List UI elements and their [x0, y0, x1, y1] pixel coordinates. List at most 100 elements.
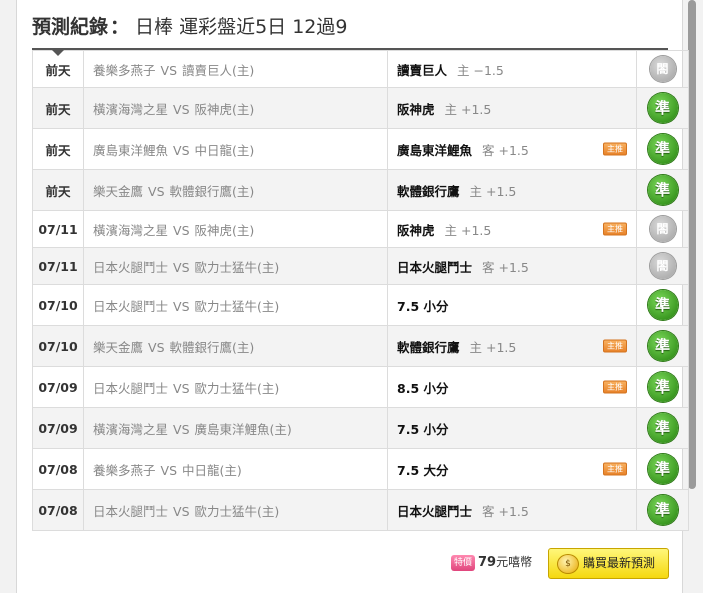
match-date: 07/11 — [32, 247, 84, 285]
team-away: 日本火腿鬥士 — [93, 380, 169, 396]
match-date: 前天 — [32, 128, 84, 170]
table-row: 07/10 日本火腿鬥士 VS 歐力士猛牛(主) 7.5 小分準 — [32, 284, 689, 326]
result-cell: 準 — [636, 128, 689, 170]
vs-label: VS — [173, 259, 190, 275]
matchup: 廣島東洋鯉魚 VS 中日龍(主) — [83, 128, 388, 170]
correct-icon: 準 — [647, 175, 678, 205]
buy-button-label: 購買最新預測 — [583, 556, 656, 570]
matchup: 橫濱海灣之星 VS 阪神虎(主) — [83, 87, 388, 129]
table-row: 07/10 樂天金鷹 VS 軟體銀行鷹(主) 軟體銀行鷹主 +1.5 主推準 — [32, 325, 689, 367]
correct-icon: 準 — [647, 413, 678, 443]
sale-tag: 特價 — [451, 554, 476, 571]
prediction-pick: 7.5 小分 — [387, 284, 637, 326]
scrollbar[interactable] — [688, 0, 696, 489]
table-row: 07/09 橫濱海灣之星 VS 廣島東洋鯉魚(主) 7.5 小分準 — [32, 407, 689, 449]
prediction-pick: 阪神虎主 +1.5 主推 — [387, 210, 637, 248]
featured-badge: 主推 — [603, 462, 627, 476]
prediction-pick: 日本火腿鬥士客 +1.5 — [387, 247, 637, 285]
table-row: 07/08 日本火腿鬥士 VS 歐力士猛牛(主) 日本火腿鬥士客 +1.5 準 — [32, 489, 689, 531]
match-date: 前天 — [32, 87, 84, 129]
matchup: 樂天金鷹 VS 軟體銀行鷹(主) — [83, 325, 388, 367]
pick-label: 日本火腿鬥士 — [397, 503, 473, 519]
prediction-table: 前天 養樂多燕子 VS 讀賣巨人(主) 讀賣巨人主 −1.5 閤前天 橫濱海灣之星 VS 阪神虎… — [32, 50, 689, 531]
team-home: 歐力士猛牛(主) — [194, 259, 280, 275]
correct-icon: 準 — [647, 372, 678, 402]
matchup: 日本火腿鬥士 VS 歐力士猛牛(主) — [83, 489, 388, 531]
result-cell: 準 — [636, 448, 689, 490]
team-away: 橫濱海灣之星 — [93, 222, 169, 238]
result-cell: 準 — [636, 489, 689, 531]
table-row: 07/08 養樂多燕子 VS 中日龍(主) 7.5 大分 主推準 — [32, 448, 689, 490]
team-home: 軟體銀行鷹(主) — [169, 183, 255, 199]
team-home: 阪神虎(主) — [194, 222, 255, 238]
team-home: 中日龍(主) — [182, 462, 242, 478]
result-cell: 準 — [636, 366, 689, 408]
pending-icon: 閤 — [649, 253, 676, 279]
page-title: 預測紀錄：日棒 運彩盤近5日 12過9 — [32, 14, 347, 40]
matchup: 日本火腿鬥士 VS 歐力士猛牛(主) — [83, 284, 388, 326]
correct-icon: 準 — [647, 290, 678, 320]
vs-label: VS — [173, 222, 190, 238]
prediction-pick: 軟體銀行鷹主 +1.5 主推 — [387, 325, 637, 367]
pick-label: 日本火腿鬥士 — [397, 259, 473, 275]
team-home: 讀賣巨人(主) — [182, 62, 255, 78]
pick-spread: 主 +1.5 — [444, 101, 492, 117]
pick-spread: 主 −1.5 — [457, 62, 504, 78]
table-row: 07/11 日本火腿鬥士 VS 歐力士猛牛(主) 日本火腿鬥士客 +1.5 閤 — [32, 247, 689, 285]
pick-spread: 客 +1.5 — [482, 259, 529, 275]
team-away: 日本火腿鬥士 — [93, 259, 169, 275]
buy-prediction-button[interactable]: $ 購買最新預測 — [548, 548, 669, 579]
vs-label: VS — [160, 62, 178, 78]
prediction-pick: 軟體銀行鷹主 +1.5 — [387, 169, 637, 211]
pick-spread: 主 +1.5 — [444, 222, 492, 238]
vs-label: VS — [148, 339, 165, 355]
correct-icon: 準 — [647, 495, 678, 525]
match-date: 07/09 — [32, 366, 84, 408]
result-cell: 準 — [636, 407, 689, 449]
team-away: 養樂多燕子 — [93, 62, 156, 78]
prediction-pick: 廣島東洋鯉魚客 +1.5 主推 — [387, 128, 637, 170]
matchup: 橫濱海灣之星 VS 廣島東洋鯉魚(主) — [83, 407, 388, 449]
pick-label: 7.5 大分 — [397, 462, 449, 478]
match-date: 07/08 — [32, 448, 84, 490]
prediction-pick: 8.5 小分 主推 — [387, 366, 637, 408]
team-away: 日本火腿鬥士 — [93, 503, 169, 519]
featured-badge: 主推 — [603, 142, 627, 156]
pick-spread: 客 +1.5 — [482, 142, 529, 158]
correct-icon: 準 — [647, 331, 678, 361]
match-date: 07/11 — [32, 210, 84, 248]
team-home: 軟體銀行鷹(主) — [169, 339, 255, 355]
match-date: 07/10 — [32, 284, 84, 326]
table-row: 07/11 橫濱海灣之星 VS 阪神虎(主) 阪神虎主 +1.5 主推閤 — [32, 210, 689, 248]
pick-label: 廣島東洋鯉魚 — [397, 142, 473, 158]
matchup: 養樂多燕子 VS 讀賣巨人(主) — [83, 50, 388, 88]
vs-label: VS — [173, 380, 190, 396]
prediction-pick: 日本火腿鬥士客 +1.5 — [387, 489, 637, 531]
featured-badge: 主推 — [603, 380, 627, 394]
prediction-pick: 7.5 小分 — [387, 407, 637, 449]
table-row: 前天 橫濱海灣之星 VS 阪神虎(主) 阪神虎主 +1.5 準 — [32, 87, 689, 129]
result-cell: 閤 — [636, 210, 689, 248]
matchup: 樂天金鷹 VS 軟體銀行鷹(主) — [83, 169, 388, 211]
table-row: 前天 廣島東洋鯉魚 VS 中日龍(主) 廣島東洋鯉魚客 +1.5 主推準 — [32, 128, 689, 170]
price-value: 79 — [478, 555, 497, 570]
result-cell: 準 — [636, 325, 689, 367]
table-row: 前天 養樂多燕子 VS 讀賣巨人(主) 讀賣巨人主 −1.5 閤 — [32, 50, 689, 88]
match-date: 前天 — [32, 169, 84, 211]
match-date: 07/08 — [32, 489, 84, 531]
team-home: 歐力士猛牛(主) — [194, 503, 280, 519]
team-away: 橫濱海灣之星 — [93, 101, 169, 117]
caret-marker — [52, 50, 64, 56]
matchup: 日本火腿鬥士 VS 歐力士猛牛(主) — [83, 366, 388, 408]
team-home: 廣島東洋鯉魚(主) — [194, 421, 292, 437]
featured-badge: 主推 — [603, 339, 627, 353]
result-cell: 準 — [636, 169, 689, 211]
result-cell: 準 — [636, 87, 689, 129]
match-date: 07/09 — [32, 407, 84, 449]
pending-icon: 閤 — [649, 56, 676, 82]
title-separator: ： — [110, 16, 130, 38]
pick-label: 軟體銀行鷹 — [397, 183, 460, 199]
pick-spread: 主 +1.5 — [469, 339, 517, 355]
result-cell: 準 — [636, 284, 689, 326]
match-date: 07/10 — [32, 325, 84, 367]
